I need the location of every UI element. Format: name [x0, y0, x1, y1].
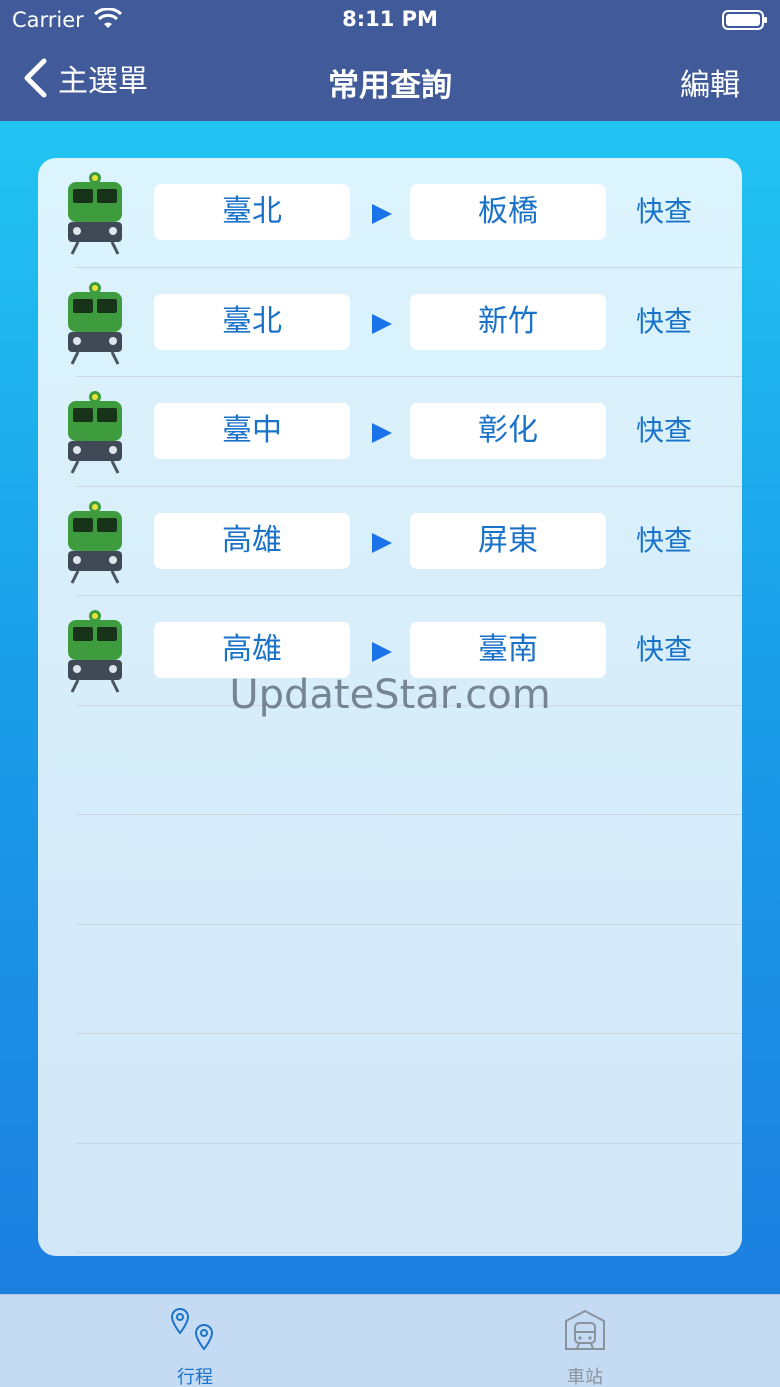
empty-row — [38, 925, 742, 1034]
row-divider — [76, 1252, 742, 1253]
watermark: UpdateStar.com — [229, 672, 551, 718]
status-bar: Carrier 8:11 PM — [0, 0, 780, 40]
empty-row — [38, 815, 742, 925]
train-icon — [68, 500, 122, 584]
route-row[interactable]: 臺中 彰化 快查 — [38, 377, 742, 487]
destination-station[interactable]: 新竹 — [410, 293, 606, 350]
train-icon — [68, 172, 122, 255]
tab-trips[interactable]: 行程 — [0, 1295, 390, 1387]
tab-trips-label: 行程 — [177, 1367, 213, 1387]
edit-button[interactable]: 編輯 — [680, 60, 740, 104]
quick-search-button[interactable]: 快查 — [636, 184, 692, 240]
page-title: 常用查詢 — [328, 68, 452, 104]
empty-row — [38, 1144, 742, 1253]
destination-station[interactable]: 板橋 — [410, 184, 606, 240]
destination-station[interactable]: 彰化 — [410, 403, 606, 459]
train-icon — [68, 281, 122, 365]
location-pins-icon — [170, 1307, 214, 1351]
destination-station[interactable]: 臺南 — [410, 622, 606, 678]
direction-arrow-icon — [372, 204, 392, 224]
direction-arrow-icon — [372, 423, 392, 443]
status-time: 8:11 PM — [342, 7, 438, 31]
origin-station[interactable]: 高雄 — [154, 512, 350, 569]
destination-station[interactable]: 屏東 — [410, 512, 606, 569]
tab-stations-label: 車站 — [567, 1367, 603, 1387]
top-bar: Carrier 8:11 PM 主選單 常用查詢 編輯 — [0, 0, 780, 121]
quick-search-button[interactable]: 快查 — [636, 403, 692, 459]
direction-arrow-icon — [372, 642, 392, 662]
train-icon — [68, 391, 122, 474]
station-icon — [565, 1309, 605, 1350]
empty-row — [38, 706, 742, 815]
quick-search-button[interactable]: 快查 — [636, 622, 692, 678]
route-row[interactable]: 高雄 屏東 快查 — [38, 487, 742, 596]
tab-stations[interactable]: 車站 — [390, 1295, 780, 1387]
origin-station[interactable]: 臺北 — [154, 184, 350, 240]
quick-search-button[interactable]: 快查 — [636, 294, 692, 350]
direction-arrow-icon — [372, 313, 392, 334]
nav-bar: 主選單 常用查詢 編輯 — [0, 40, 780, 121]
empty-row — [38, 1034, 742, 1144]
origin-station[interactable]: 高雄 — [154, 622, 350, 678]
route-row[interactable]: 臺北 板橋 快查 — [38, 158, 742, 268]
origin-station[interactable]: 臺北 — [154, 293, 350, 350]
tab-bar: 行程 車站 — [0, 1294, 780, 1387]
route-row[interactable]: 臺北 新竹 快查 — [38, 268, 742, 377]
origin-station[interactable]: 臺中 — [154, 403, 350, 459]
direction-arrow-icon — [372, 532, 392, 553]
quick-search-button[interactable]: 快查 — [636, 513, 692, 569]
battery-icon — [722, 10, 767, 30]
